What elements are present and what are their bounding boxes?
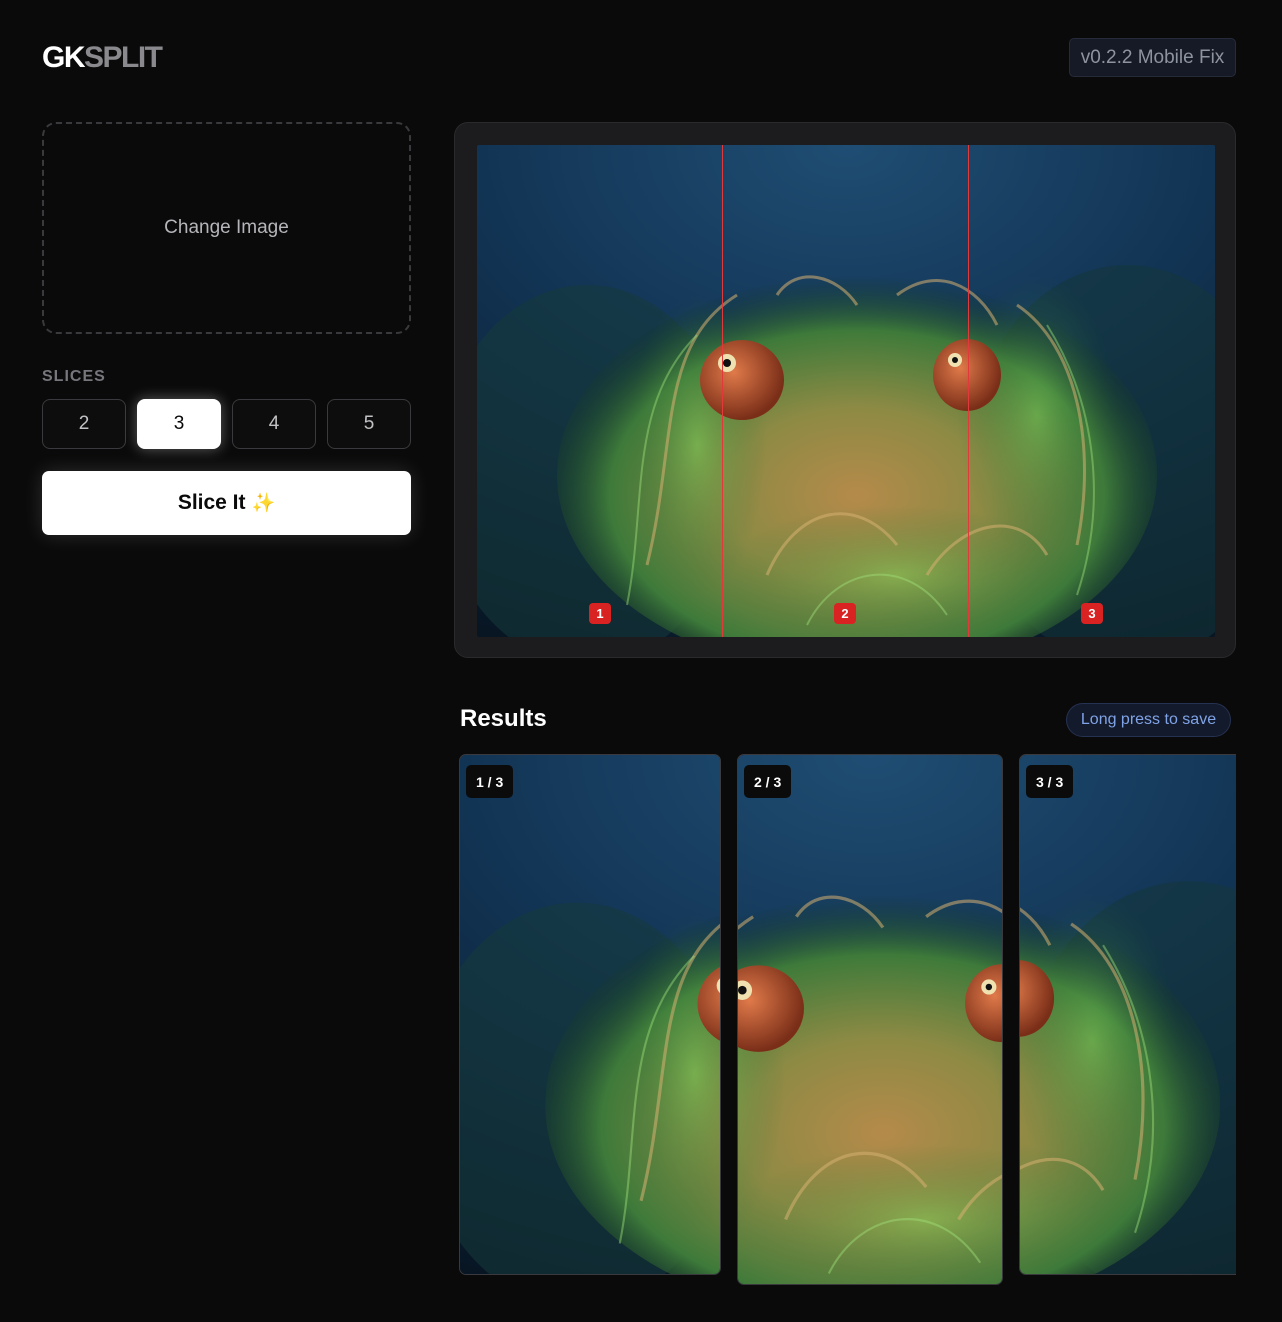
results-heading: Results <box>460 705 547 732</box>
result-slice-2-image <box>738 755 1002 1284</box>
result-slice-1[interactable]: 1 / 3 <box>459 754 721 1275</box>
slice-marker-1: 1 <box>589 603 611 624</box>
slice-it-label: Slice It <box>177 491 246 514</box>
result-slice-1-image <box>460 755 720 1274</box>
preview-image: 1 2 3 <box>477 145 1215 637</box>
slice-option-5[interactable]: 5 <box>327 399 411 449</box>
result-slice-3-label: 3 / 3 <box>1026 765 1074 798</box>
result-slice-2-label: 2 / 3 <box>744 765 792 798</box>
logo-part-split: SPLIT <box>84 41 163 74</box>
change-image-dropzone[interactable]: Change Image <box>42 122 411 334</box>
result-slice-3[interactable]: 3 / 3 <box>1019 754 1236 1275</box>
result-slice-3-image <box>1020 755 1236 1274</box>
long-press-hint: Long press to save <box>1066 703 1231 737</box>
cut-line-1[interactable] <box>722 145 723 637</box>
preview-photo <box>477 145 1215 637</box>
logo-part-gk: GK <box>42 41 86 74</box>
result-slice-1-label: 1 / 3 <box>466 765 514 798</box>
result-slice-2[interactable]: 2 / 3 <box>737 754 1003 1285</box>
slice-it-button[interactable]: Slice It ✨ <box>42 471 411 535</box>
app-logo: GKSPLIT <box>42 41 163 74</box>
slice-marker-3: 3 <box>1081 603 1103 624</box>
slice-count-selector: 2 3 4 5 <box>42 399 411 449</box>
slice-marker-2: 2 <box>834 603 856 624</box>
change-image-label: Change Image <box>164 217 289 238</box>
slices-label: SLICES <box>42 368 106 385</box>
slice-option-3[interactable]: 3 <box>137 399 221 449</box>
preview-panel: 1 2 3 <box>454 122 1236 658</box>
cut-line-2[interactable] <box>968 145 969 637</box>
results-carousel[interactable]: 1 / 3 2 / 3 3 / 3 <box>459 754 1236 1294</box>
sparkles-icon: ✨ <box>251 493 276 514</box>
slice-option-2[interactable]: 2 <box>42 399 126 449</box>
app-root: GKSPLIT v0.2.2 Mobile Fix Change Image S… <box>0 0 1282 1322</box>
slice-option-4[interactable]: 4 <box>232 399 316 449</box>
version-badge: v0.2.2 Mobile Fix <box>1069 38 1236 77</box>
